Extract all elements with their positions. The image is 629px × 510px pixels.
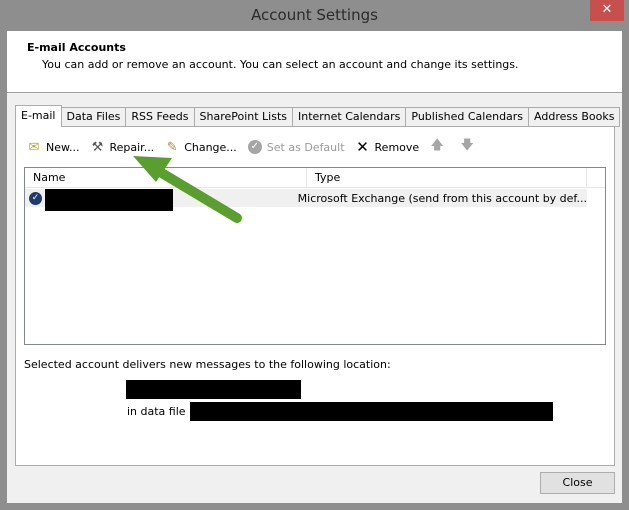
account-type-cell: Microsoft Exchange (send from this accou… <box>297 191 587 205</box>
dialog-client: E-mail Accounts You can add or remove an… <box>7 31 622 503</box>
redacted-delivery-location <box>126 380 301 399</box>
email-tab-panel: ✉ New... ⚒ Repair... ✎ Change... ✓ Set a… <box>15 126 615 466</box>
arrow-up-icon: 🡅 <box>430 138 444 153</box>
set-as-default-button[interactable]: ✓ Set as Default <box>247 139 345 155</box>
tab-published-calendars[interactable]: Published Calendars <box>406 107 530 127</box>
repair-button[interactable]: ⚒ Repair... <box>89 139 155 155</box>
move-up-button[interactable]: 🡅 <box>429 138 449 155</box>
title-bar: Account Settings ✕ <box>0 0 629 31</box>
tab-data-files[interactable]: Data Files <box>61 107 127 127</box>
move-down-button[interactable]: 🡇 <box>459 138 479 155</box>
tab-rss-feeds[interactable]: RSS Feeds <box>126 107 195 127</box>
arrow-down-icon: 🡇 <box>460 138 474 153</box>
tab-address-books[interactable]: Address Books <box>529 107 621 127</box>
change-button[interactable]: ✎ Change... <box>164 139 237 155</box>
redacted-data-file <box>189 402 553 421</box>
new-button[interactable]: ✉ New... <box>26 139 80 155</box>
tab-internet-calendars[interactable]: Internet Calendars <box>293 107 407 127</box>
column-header-type[interactable]: Type <box>307 168 587 187</box>
tab-email[interactable]: E-mail <box>15 105 62 127</box>
account-name-cell: ✓ <box>25 185 290 211</box>
change-icon: ✎ <box>166 139 178 155</box>
header: E-mail Accounts You can add or remove an… <box>7 31 622 93</box>
new-account-icon: ✉ <box>28 139 40 155</box>
tools-icon: ⚒ <box>91 139 104 155</box>
default-account-check-icon: ✓ <box>29 191 42 205</box>
data-file-prefix: in data file <box>127 405 186 418</box>
tab-sharepoint-lists[interactable]: SharePoint Lists <box>194 107 294 127</box>
data-file-line: in data file <box>127 402 553 421</box>
check-circle-icon: ✓ <box>247 139 263 155</box>
window-title: Account Settings <box>251 6 378 24</box>
accounts-list: Name Type ✓ Microsoft Exchange (send fro… <box>24 167 606 345</box>
section-description: You can add or remove an account. You ca… <box>42 58 519 71</box>
toolbar: ✉ New... ⚒ Repair... ✎ Change... ✓ Set a… <box>26 137 489 157</box>
remove-button[interactable]: ✕ Remove <box>355 138 420 156</box>
remove-x-icon: ✕ <box>356 138 369 156</box>
account-settings-window: Account Settings ✕ E-mail Accounts You c… <box>0 0 629 510</box>
close-icon[interactable]: ✕ <box>590 0 624 21</box>
redacted-account-name <box>45 189 173 211</box>
set-as-default-label: Set as Default <box>266 140 345 154</box>
delivery-label: Selected account delivers new messages t… <box>24 358 391 371</box>
section-title: E-mail Accounts <box>27 41 126 54</box>
close-button[interactable]: Close <box>540 472 615 494</box>
new-label: New... <box>46 140 80 154</box>
remove-label: Remove <box>374 140 420 154</box>
repair-label: Repair... <box>109 140 155 154</box>
change-label: Change... <box>184 140 237 154</box>
tab-strip: E-mail Data Files RSS Feeds SharePoint L… <box>15 105 621 127</box>
account-row[interactable]: ✓ Microsoft Exchange (send from this acc… <box>25 189 587 211</box>
